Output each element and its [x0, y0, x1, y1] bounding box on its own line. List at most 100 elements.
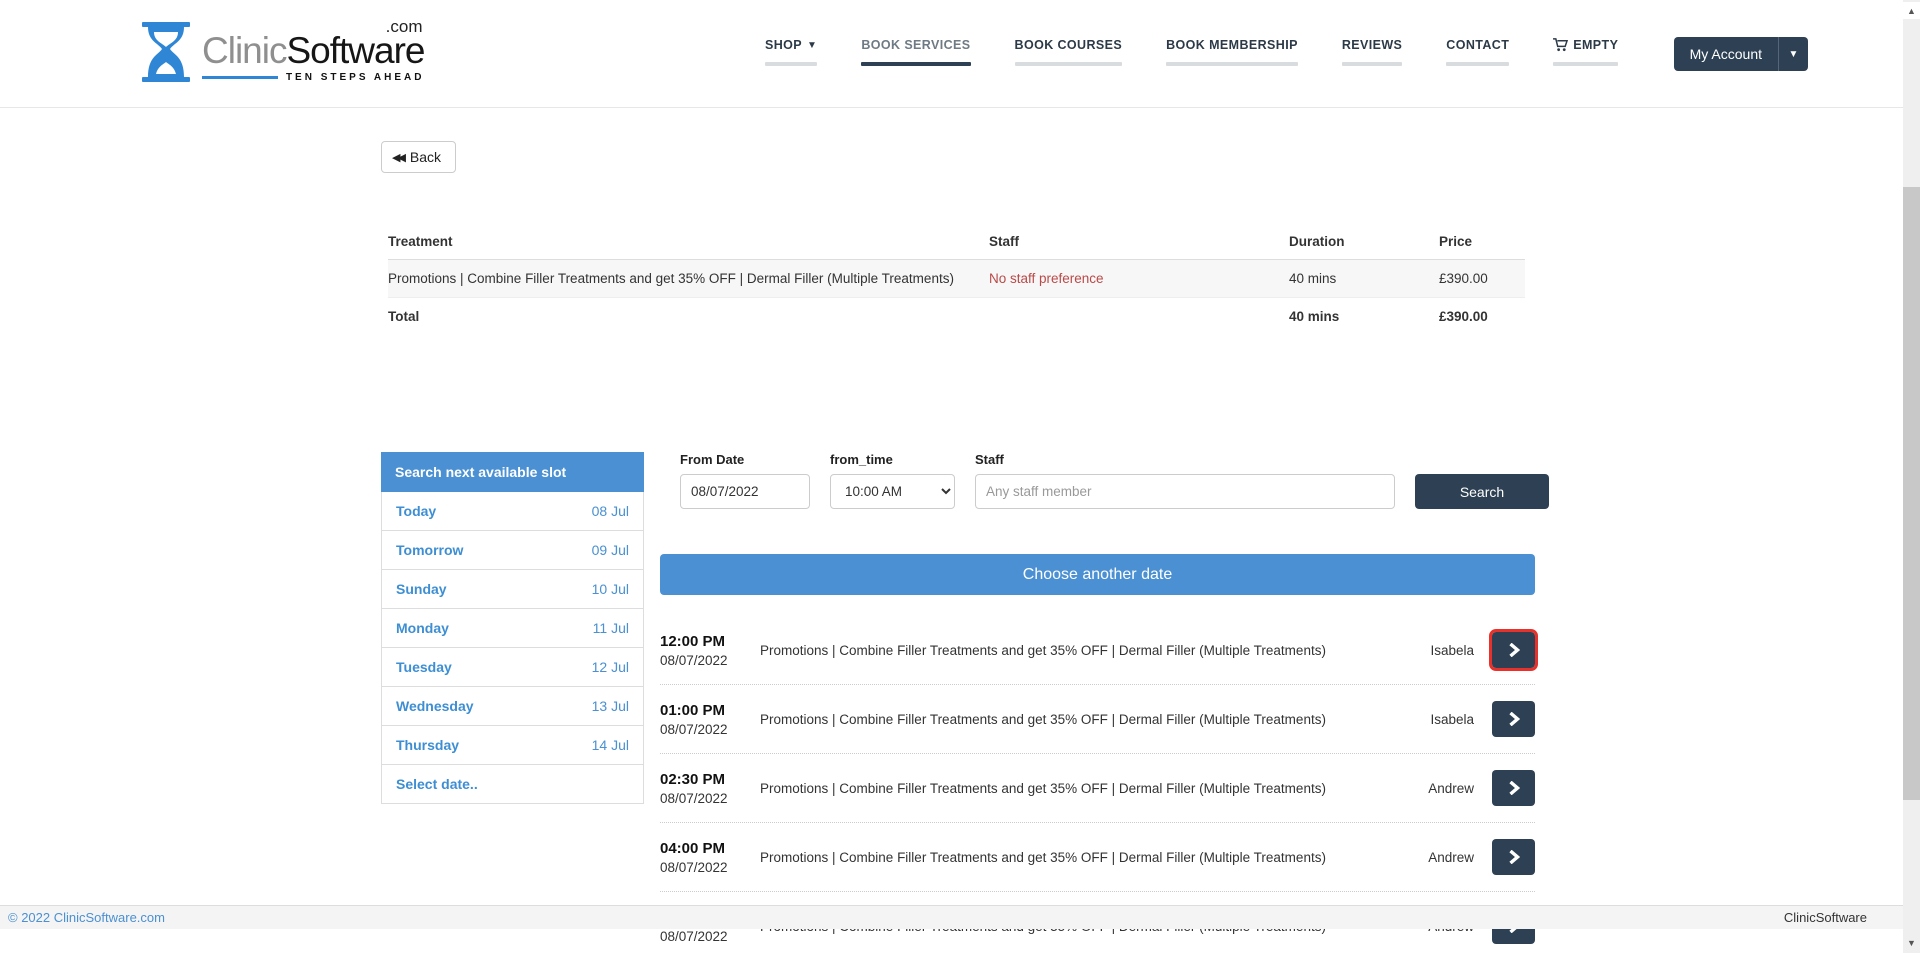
- sidebar-item-tomorrow[interactable]: Tomorrow 09 Jul: [382, 531, 643, 570]
- slot-date: 08/07/2022: [660, 722, 760, 737]
- slot-time: 01:00 PM: [660, 702, 760, 719]
- slot-staff-name: Andrew: [1404, 781, 1474, 796]
- staff-search-input[interactable]: [975, 474, 1395, 509]
- book-slot-button[interactable]: [1492, 770, 1535, 806]
- chevron-right-icon: [1508, 643, 1520, 657]
- account-dropdown-toggle[interactable]: ▼: [1778, 37, 1808, 71]
- book-slot-button[interactable]: [1492, 632, 1535, 668]
- sidebar-item-sunday[interactable]: Sunday 10 Jul: [382, 570, 643, 609]
- sidebar-item-thursday[interactable]: Thursday 14 Jul: [382, 726, 643, 765]
- order-duration: 40 mins: [1289, 271, 1439, 286]
- nav-item-label: BOOK MEMBERSHIP: [1166, 38, 1298, 52]
- col-header-duration: Duration: [1289, 234, 1439, 249]
- slot-treatment: Promotions | Combine Filler Treatments a…: [760, 850, 1404, 865]
- sidebar-day-label: Wednesday: [396, 698, 474, 714]
- slot-time: 02:30 PM: [660, 771, 760, 788]
- col-header-treatment: Treatment: [388, 234, 989, 249]
- main-nav: SHOP ▼ BOOK SERVICES ▼ BOOK COURSES ▼: [765, 38, 1618, 66]
- sidebar-date-label: 12 Jul: [592, 659, 629, 675]
- sidebar-item-wednesday[interactable]: Wednesday 13 Jul: [382, 687, 643, 726]
- nav-item-book-membership[interactable]: BOOK MEMBERSHIP ▼: [1166, 38, 1298, 66]
- nav-item-label: BOOK COURSES: [1015, 38, 1123, 52]
- main-content: ◀◀ Back Treatment Staff Duration Price P…: [0, 108, 1903, 929]
- nav-item-contact[interactable]: CONTACT ▼: [1446, 38, 1509, 66]
- slot-row: 01:00 PM 08/07/2022 Promotions | Combine…: [660, 685, 1535, 754]
- site-header: ClinicSoftware .com TEN STEPS AHEAD SHOP…: [0, 0, 1920, 108]
- scroll-down-arrow-icon[interactable]: ▼: [1903, 934, 1920, 951]
- nav-underline: [1446, 62, 1509, 66]
- from-time-label: from_time: [830, 452, 955, 467]
- nav-underline: [1015, 62, 1123, 66]
- nav-item-book-courses[interactable]: BOOK COURSES ▼: [1015, 38, 1123, 66]
- nav-item-book-services[interactable]: BOOK SERVICES ▼: [861, 38, 970, 66]
- from-date-label: From Date: [680, 452, 810, 467]
- sidebar-item-monday[interactable]: Monday 11 Jul: [382, 609, 643, 648]
- sidebar-day-label: Thursday: [396, 737, 459, 753]
- search-button[interactable]: Search: [1415, 474, 1549, 509]
- slot-search-form: From Date from_time 10:00 AM Staff Searc…: [680, 452, 1549, 509]
- sidebar-day-label: Tomorrow: [396, 542, 463, 558]
- nav-item-label: REVIEWS: [1342, 38, 1402, 52]
- next-slot-sidebar: Search next available slot Today 08 Jul …: [381, 452, 644, 804]
- back-button-label: Back: [410, 149, 441, 165]
- nav-underline: [1342, 62, 1402, 66]
- slot-date: 08/07/2022: [660, 929, 760, 944]
- order-summary-table: Treatment Staff Duration Price Promotion…: [388, 226, 1525, 335]
- slot-row: 12:00 PM 08/07/2022 Promotions | Combine…: [660, 616, 1535, 685]
- slot-time: 12:00 PM: [660, 633, 760, 650]
- col-header-price: Price: [1439, 234, 1525, 249]
- back-button[interactable]: ◀◀ Back: [381, 141, 456, 173]
- slot-date: 08/07/2022: [660, 791, 760, 806]
- book-slot-button[interactable]: [1492, 839, 1535, 875]
- from-date-input[interactable]: [680, 474, 810, 509]
- order-price: £390.00: [1439, 271, 1525, 286]
- nav-underline: [1166, 62, 1298, 66]
- slot-treatment: Promotions | Combine Filler Treatments a…: [760, 712, 1404, 727]
- scroll-up-arrow-icon[interactable]: ▲: [1903, 2, 1920, 19]
- sidebar-day-label: Sunday: [396, 581, 447, 597]
- sidebar-date-label: 10 Jul: [592, 581, 629, 597]
- footer-copyright-link[interactable]: © 2022 ClinicSoftware.com: [8, 910, 165, 925]
- sidebar-item-tuesday[interactable]: Tuesday 12 Jul: [382, 648, 643, 687]
- nav-underline: [765, 62, 817, 66]
- slot-staff-name: Isabela: [1404, 643, 1474, 658]
- sidebar-day-label: Tuesday: [396, 659, 452, 675]
- logo-tagline: TEN STEPS AHEAD: [286, 72, 425, 83]
- choose-another-date-button[interactable]: Choose another date: [660, 554, 1535, 595]
- slot-time: 04:00 PM: [660, 840, 760, 857]
- sidebar-day-label: Today: [396, 503, 436, 519]
- vertical-scrollbar[interactable]: ▲ ▼: [1903, 0, 1920, 953]
- slot-row: 02:30 PM 08/07/2022 Promotions | Combine…: [660, 754, 1535, 823]
- my-account-label: My Account: [1674, 37, 1778, 71]
- sidebar-day-label: Monday: [396, 620, 449, 636]
- sidebar-item-selectdate[interactable]: Select date..: [382, 765, 643, 803]
- nav-item-label: EMPTY: [1573, 38, 1618, 52]
- slot-row: 04:00 PM 08/07/2022 Promotions | Combine…: [660, 823, 1535, 892]
- nav-item-shop[interactable]: SHOP ▼: [765, 38, 817, 66]
- logo-underline: [202, 76, 278, 79]
- sidebar-date-label: 08 Jul: [592, 503, 629, 519]
- slot-when: 01:00 PM 08/07/2022: [660, 702, 760, 737]
- chevron-right-icon: [1508, 781, 1520, 795]
- nav-item-empty[interactable]: EMPTY ▼: [1553, 38, 1618, 66]
- nav-underline: [861, 62, 970, 66]
- clinicsoftware-logo[interactable]: ClinicSoftware .com TEN STEPS AHEAD: [140, 18, 424, 87]
- chevron-right-icon: [1508, 850, 1520, 864]
- order-table-total-row: Total 40 mins £390.00: [388, 298, 1525, 335]
- my-account-button[interactable]: My Account ▼: [1674, 37, 1808, 71]
- sidebar-item-today[interactable]: Today 08 Jul: [382, 492, 643, 531]
- cart-icon: [1553, 38, 1568, 52]
- nav-item-label: CONTACT: [1446, 38, 1509, 52]
- book-slot-button[interactable]: [1492, 701, 1535, 737]
- slot-staff-name: Isabela: [1404, 712, 1474, 727]
- sidebar-title: Search next available slot: [381, 452, 644, 492]
- from-time-select[interactable]: 10:00 AM: [830, 474, 955, 509]
- scrollbar-thumb[interactable]: [1903, 187, 1920, 800]
- logo-text: ClinicSoftware .com TEN STEPS AHEAD: [202, 18, 424, 83]
- brand-main: Clinic: [202, 30, 286, 71]
- nav-item-reviews[interactable]: REVIEWS ▼: [1342, 38, 1402, 66]
- slot-date: 08/07/2022: [660, 860, 760, 875]
- sidebar-date-label: 14 Jul: [592, 737, 629, 753]
- order-staff-preference: No staff preference: [989, 271, 1289, 286]
- chevron-down-icon: ▼: [807, 40, 817, 51]
